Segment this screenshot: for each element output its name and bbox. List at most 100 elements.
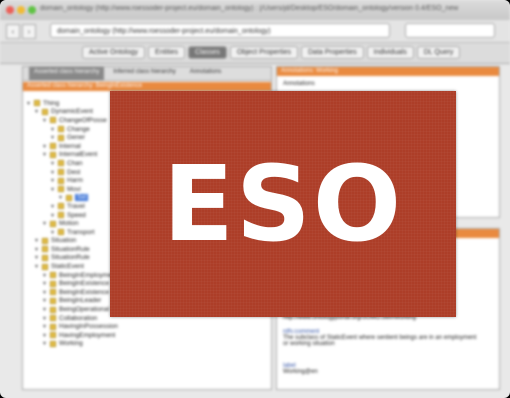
class-icon — [50, 272, 56, 279]
tree-item[interactable]: ▾ Working — [27, 340, 267, 349]
close-window-button[interactable] — [6, 6, 14, 14]
subtab-inferred-class-hierarchy[interactable]: Inferred class hierarchy — [108, 67, 180, 80]
forward-button[interactable]: › — [22, 24, 36, 39]
tree-item-label: Gener — [67, 134, 86, 142]
tree-item-label: BeingInLeader — [59, 297, 102, 305]
class-icon — [50, 289, 56, 296]
class-icon — [50, 280, 56, 287]
class-hierarchy-header: Asserted class hierarchy: BeingInExisten… — [23, 82, 271, 91]
window-title: domain_ontology (http://www.roessoder-pr… — [40, 5, 459, 12]
back-button[interactable]: ‹ — [6, 24, 20, 39]
expand-icon[interactable]: ▾ — [51, 160, 57, 167]
tab-bar: Active Ontology Entities Classes Object Pro… — [0, 43, 510, 64]
class-icon — [42, 263, 48, 270]
expand-icon[interactable]: ▾ — [43, 151, 49, 158]
tree-item-label: Sel — [75, 194, 89, 202]
class-icon — [66, 194, 72, 201]
class-icon — [50, 151, 56, 158]
class-icon — [58, 169, 64, 176]
class-icon — [50, 297, 56, 304]
expand-icon[interactable]: ▾ — [35, 246, 41, 253]
class-icon — [58, 186, 64, 193]
eso-logo-text: ESO — [162, 143, 404, 265]
expand-icon[interactable]: ▾ — [35, 108, 41, 115]
expand-icon[interactable]: ▾ — [43, 323, 49, 330]
expand-icon[interactable]: ▾ — [51, 203, 57, 210]
expand-icon[interactable]: ▾ — [43, 220, 49, 227]
tree-item-label: Dest — [67, 168, 81, 176]
annotations-header: Annotations: Working — [277, 67, 499, 76]
expand-icon[interactable]: ▾ — [51, 186, 57, 193]
annotation-value: The subclass of StaticEvent where sentie… — [283, 335, 477, 347]
app-window: domain_ontology (http://www.roessoder-pr… — [0, 0, 510, 398]
expand-icon[interactable]: ▾ — [51, 134, 57, 141]
tree-item-label: BeingInEmployment — [59, 271, 118, 279]
tab-dl-query[interactable]: DL Query — [416, 46, 461, 59]
tree-item-label: Internal — [59, 142, 81, 150]
expand-icon[interactable]: ▾ — [35, 263, 41, 270]
tree-item-label: Change — [67, 125, 90, 133]
expand-icon[interactable]: ▾ — [43, 272, 49, 279]
expand-icon[interactable]: ▾ — [43, 143, 49, 150]
tree-item-label: SituationRule — [51, 245, 90, 253]
hierarchy-subtabs: Asserted class hierarchy Inferred class h… — [23, 67, 271, 81]
tree-item-label: InternalEvent — [59, 151, 98, 159]
tree-item-label: Motion — [59, 220, 79, 228]
expand-icon[interactable]: ▾ — [51, 212, 57, 219]
tree-item-label: StaticEvent — [51, 263, 84, 271]
ontology-address-field[interactable]: domain_ontology (http://www.roessoder-pr… — [50, 23, 390, 38]
tree-item-label: Thing — [43, 99, 60, 107]
tree-item-label: Working — [59, 340, 83, 348]
tree-item-label: HavingInPossession — [59, 323, 118, 331]
class-icon — [58, 160, 64, 167]
zoom-window-button[interactable] — [28, 6, 36, 14]
expand-icon[interactable]: ▾ — [51, 229, 57, 236]
expand-icon[interactable]: ▾ — [35, 237, 41, 244]
class-icon — [50, 220, 56, 227]
expand-icon[interactable]: ▾ — [43, 280, 49, 287]
class-icon — [58, 177, 64, 184]
tab-active-ontology[interactable]: Active Ontology — [82, 46, 146, 59]
class-icon — [58, 229, 64, 236]
annotation-value: Working@en — [283, 369, 318, 375]
expand-icon[interactable]: ▾ — [51, 126, 57, 133]
minimize-window-button[interactable] — [17, 6, 25, 14]
expand-icon[interactable]: ▾ — [43, 289, 49, 296]
expand-icon[interactable]: ▾ — [59, 194, 65, 201]
tab-individuals[interactable]: Individuals — [366, 46, 414, 59]
tree-item-label: Transport — [67, 228, 95, 236]
expand-icon[interactable]: ▾ — [35, 254, 41, 261]
class-icon — [58, 134, 64, 141]
expand-icon[interactable]: ▾ — [43, 117, 49, 124]
expand-icon[interactable]: ▾ — [43, 306, 49, 313]
tab-object-properties[interactable]: Object Properties — [229, 46, 298, 59]
tab-entities[interactable]: Entities — [148, 46, 185, 59]
tree-item-label: Travel — [67, 202, 85, 210]
tree-item-label: Speed — [67, 211, 86, 219]
tree-item-label: HavingEmployment — [59, 331, 116, 339]
expand-icon[interactable]: ▾ — [43, 315, 49, 322]
expand-icon[interactable]: ▾ — [43, 332, 49, 339]
annotation-entry: label Working@en — [283, 363, 483, 375]
class-icon — [50, 332, 56, 339]
class-icon — [34, 100, 40, 107]
subtab-annotations[interactable]: Annotations — [185, 67, 227, 80]
expand-icon[interactable]: ▾ — [27, 100, 33, 107]
subtab-asserted-class-hierarchy[interactable]: Asserted class hierarchy — [29, 67, 105, 80]
expand-icon[interactable]: ▾ — [51, 169, 57, 176]
expand-icon[interactable]: ▾ — [43, 297, 49, 304]
tree-item[interactable]: ▾ HavingInPossession — [27, 322, 267, 331]
address-bar: ‹ › domain_ontology (http://www.roessode… — [0, 20, 510, 43]
class-icon — [58, 126, 64, 133]
expand-icon[interactable]: ▾ — [51, 177, 57, 184]
class-icon — [50, 315, 56, 322]
tab-classes[interactable]: Classes — [188, 46, 227, 59]
tree-item[interactable]: ▾ HavingEmployment — [27, 331, 267, 340]
expand-icon[interactable]: ▾ — [43, 340, 49, 347]
annotations-field[interactable]: Annotations — [283, 81, 483, 87]
tree-item-label: Chan — [67, 159, 83, 167]
tab-data-properties[interactable]: Data Properties — [301, 46, 364, 59]
search-input[interactable] — [405, 23, 495, 38]
tree-item-label: BeingInExistence — [59, 280, 110, 288]
tree-item-label: DynamicEvent — [51, 108, 93, 116]
